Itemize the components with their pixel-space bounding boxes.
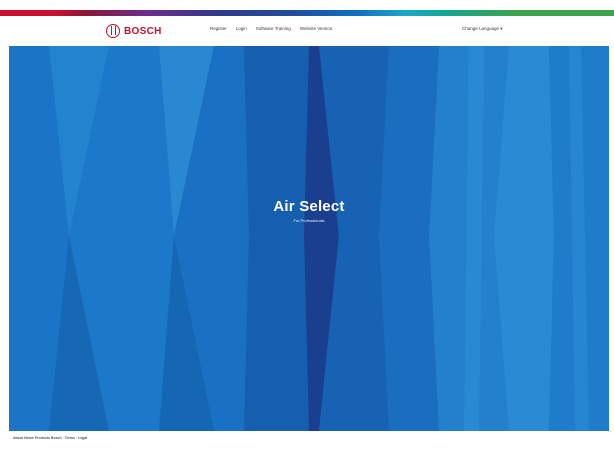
bosch-armature-icon <box>106 24 120 38</box>
nav-login-link[interactable]: Login <box>236 26 247 31</box>
hero-background-graphic <box>9 46 609 431</box>
nav-register-link[interactable]: Register <box>210 26 227 31</box>
hero-subtitle: For Professionals <box>293 218 325 223</box>
page: BOSCH Register Login Software Training W… <box>0 0 614 453</box>
top-nav: Register Login Software Training Website… <box>210 26 332 31</box>
change-language-dropdown[interactable]: Change Language ▾ <box>462 26 503 32</box>
footer-links[interactable]: About Home Products Bosch · Terms · Lega… <box>13 436 87 440</box>
nav-website-version-link[interactable]: Website Version <box>300 26 332 31</box>
bosch-logo[interactable]: BOSCH <box>106 23 162 39</box>
site-header: BOSCH Register Login Software Training W… <box>0 16 614 46</box>
hero-title: Air Select <box>273 198 345 215</box>
nav-software-training-link[interactable]: Software Training <box>256 26 291 31</box>
logo-text: BOSCH <box>124 25 162 37</box>
hero-banner: Air Select For Professionals <box>9 46 609 431</box>
